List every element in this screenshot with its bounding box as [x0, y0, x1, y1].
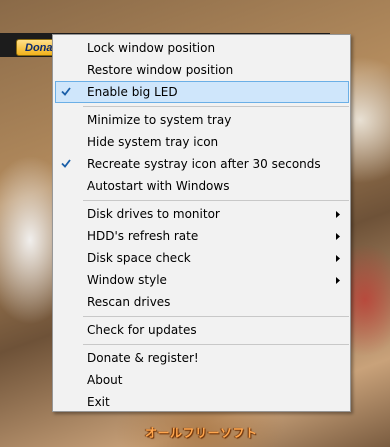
- menu-item-label: Donate & register!: [87, 351, 199, 365]
- menu-item-label: HDD's refresh rate: [87, 229, 199, 243]
- menu-separator: [83, 316, 349, 317]
- checkmark-icon: [60, 82, 74, 104]
- menu-item-label: Recreate systray icon after 30 seconds: [87, 157, 321, 171]
- checkmark-icon: [60, 153, 74, 175]
- menu-item-minimize-to-system-tray[interactable]: Minimize to system tray: [55, 109, 349, 131]
- menu-item-autostart-with-windows[interactable]: Autostart with Windows: [55, 175, 349, 197]
- menu-item-label: Enable big LED: [87, 85, 178, 99]
- menu-separator: [83, 200, 349, 201]
- watermark: オールフリーソフト: [145, 426, 258, 440]
- menu-item-label: Minimize to system tray: [87, 113, 232, 127]
- menu-item-rescan-drives[interactable]: Rescan drives: [55, 291, 349, 313]
- menu-item-about[interactable]: About: [55, 369, 349, 391]
- menu-item-check-for-updates[interactable]: Check for updates: [55, 319, 349, 341]
- menu-item-label: Lock window position: [87, 41, 216, 55]
- menu-item-label: Rescan drives: [87, 295, 171, 309]
- menu-item-recreate-systray-icon[interactable]: Recreate systray icon after 30 seconds: [55, 153, 349, 175]
- menu-item-window-style[interactable]: Window style: [55, 269, 349, 291]
- menu-item-label: Exit: [87, 395, 110, 409]
- menu-item-label: Disk space check: [87, 251, 191, 265]
- menu-item-enable-big-led[interactable]: Enable big LED: [55, 81, 349, 103]
- menu-item-hdd-refresh-rate[interactable]: HDD's refresh rate: [55, 225, 349, 247]
- menu-separator: [83, 344, 349, 345]
- menu-item-exit[interactable]: Exit: [55, 391, 349, 413]
- menu-item-label: Check for updates: [87, 323, 197, 337]
- menu-separator: [83, 106, 349, 107]
- menu-item-label: Window style: [87, 273, 167, 287]
- context-menu: Lock window position Restore window posi…: [52, 34, 351, 412]
- menu-item-label: Restore window position: [87, 63, 234, 77]
- menu-item-label: Disk drives to monitor: [87, 207, 220, 221]
- menu-item-lock-window-position[interactable]: Lock window position: [55, 37, 349, 59]
- menu-item-restore-window-position[interactable]: Restore window position: [55, 59, 349, 81]
- menu-item-label: About: [87, 373, 123, 387]
- menu-item-donate-register[interactable]: Donate & register!: [55, 347, 349, 369]
- menu-item-disk-space-check[interactable]: Disk space check: [55, 247, 349, 269]
- menu-item-label: Hide system tray icon: [87, 135, 219, 149]
- menu-item-hide-system-tray-icon[interactable]: Hide system tray icon: [55, 131, 349, 153]
- menu-item-disk-drives-to-monitor[interactable]: Disk drives to monitor: [55, 203, 349, 225]
- menu-item-label: Autostart with Windows: [87, 179, 230, 193]
